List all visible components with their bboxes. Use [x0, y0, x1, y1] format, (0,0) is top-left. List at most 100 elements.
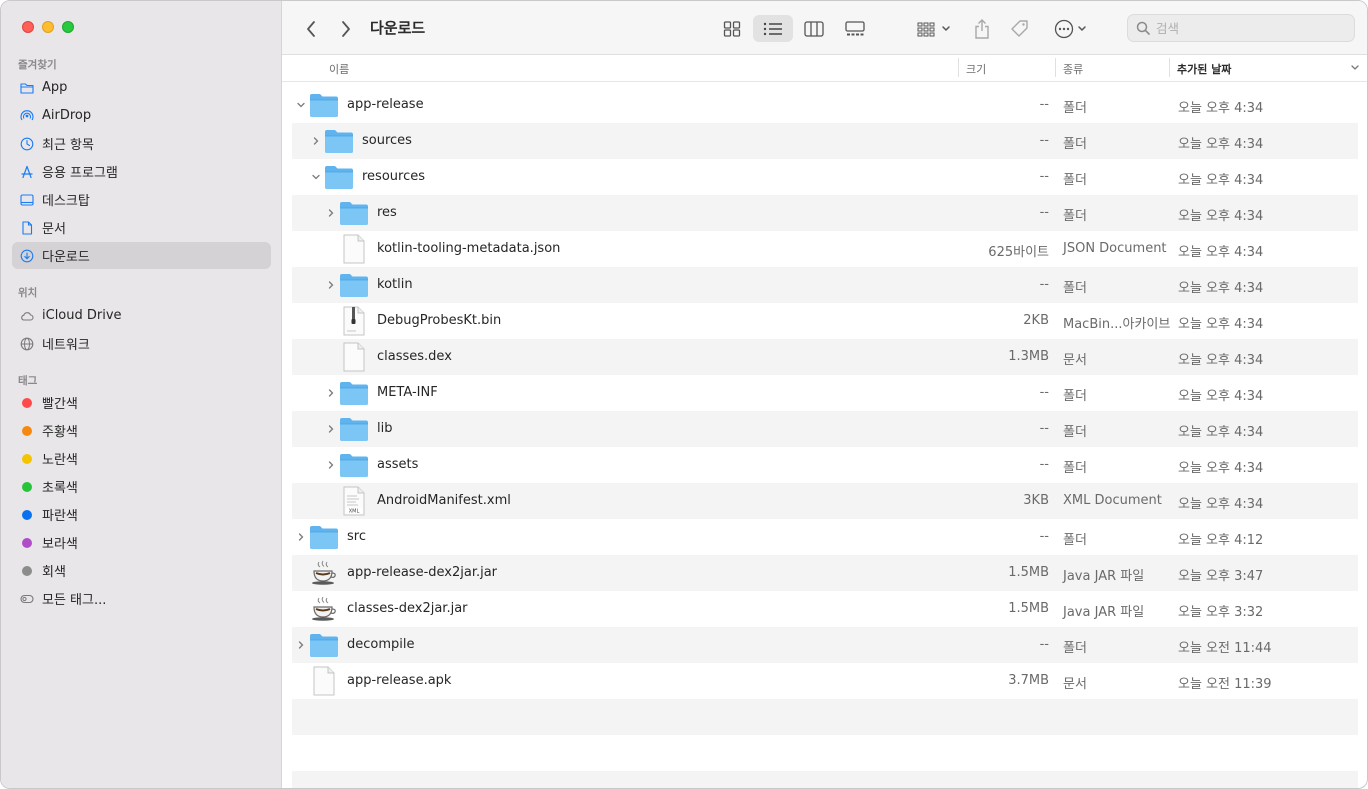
tags-header: 태그 [18, 375, 38, 387]
jar-file-icon [309, 595, 339, 623]
column-divider[interactable] [1169, 58, 1170, 77]
folder-icon [309, 523, 339, 551]
sidebar-item-tag-3[interactable]: 초록색 [12, 473, 271, 500]
sidebar-item-label: AirDrop [42, 108, 92, 123]
column-view-button[interactable] [797, 15, 831, 42]
sidebar-item-favorite-1[interactable]: AirDrop [12, 102, 271, 129]
chevron-down-icon [1077, 25, 1086, 31]
sort-chevron-down-icon[interactable] [1350, 64, 1360, 72]
column-header-name[interactable]: 이름 [329, 61, 349, 77]
disclosure-chevron-down-icon[interactable] [310, 171, 322, 183]
disclosure-chevron-right-icon[interactable] [325, 387, 337, 399]
sidebar-item-tag-4[interactable]: 파란색 [12, 501, 271, 528]
sidebar-item-all-tags[interactable]: 모든 태그... [12, 585, 271, 612]
sidebar-item-tag-5[interactable]: 보라색 [12, 529, 271, 556]
file-size: -- [1039, 169, 1049, 184]
sidebar-item-favorite-0[interactable]: App [12, 74, 271, 101]
file-row[interactable]: sources -- 폴더 오늘 오후 4:34 [292, 123, 1358, 159]
toolbar: 다운로드 [282, 1, 1367, 55]
folder-icon [324, 127, 354, 155]
sidebar-item-favorite-2[interactable]: 최근 항목 [12, 130, 271, 157]
file-row[interactable]: resources -- 폴더 오늘 오후 4:34 [292, 159, 1358, 195]
share-button[interactable] [970, 15, 994, 42]
column-header-kind[interactable]: 종류 [1063, 61, 1083, 77]
column-header-size[interactable]: 크기 [966, 61, 986, 77]
list-view-button[interactable] [753, 15, 793, 42]
disclosure-chevron-right-icon[interactable] [325, 207, 337, 219]
file-kind: 폴더 [1063, 461, 1087, 476]
file-row[interactable]: app-release -- 폴더 오늘 오후 4:34 [292, 87, 1358, 123]
disclosure-chevron-right-icon[interactable] [310, 135, 322, 147]
group-button[interactable] [912, 15, 956, 42]
sidebar-item-label: 초록색 [42, 481, 78, 496]
sidebar-item-label: 회색 [42, 565, 66, 580]
sidebar-item-favorite-5[interactable]: 문서 [12, 214, 271, 241]
file-row[interactable]: assets -- 폴더 오늘 오후 4:34 [292, 447, 1358, 483]
sidebar-item-favorite-4[interactable]: 데스크탑 [12, 186, 271, 213]
file-row[interactable]: decompile -- 폴더 오늘 오전 11:44 [292, 627, 1358, 663]
file-date-added: 오늘 오후 4:34 [1178, 281, 1264, 296]
disclosure-chevron-right-icon[interactable] [325, 279, 337, 291]
file-date-added: 오늘 오후 4:34 [1178, 389, 1264, 404]
disclosure-chevron-right-icon[interactable] [325, 459, 337, 471]
disclosure-chevron-right-icon[interactable] [325, 423, 337, 435]
file-date-added: 오늘 오전 11:44 [1178, 641, 1272, 656]
file-row[interactable]: classes.dex 1.3MB 문서 오늘 오후 4:34 [292, 339, 1358, 375]
tag-button[interactable] [1008, 15, 1032, 42]
locations-header: 위치 [18, 287, 38, 299]
file-name: sources [362, 133, 412, 148]
tag-color-dot-icon [22, 453, 32, 464]
close-window-button[interactable] [22, 21, 34, 33]
sidebar-item-tag-1[interactable]: 주황색 [12, 417, 271, 444]
search-field[interactable] [1127, 14, 1355, 42]
zoom-window-button[interactable] [62, 21, 74, 33]
search-icon [1136, 21, 1150, 35]
disclosure-chevron-right-icon[interactable] [295, 531, 307, 543]
sidebar-item-label: 보라색 [42, 537, 78, 552]
more-actions-button[interactable] [1050, 15, 1090, 42]
back-button[interactable] [300, 15, 322, 42]
sidebar-item-tag-6[interactable]: 회색 [12, 557, 271, 584]
file-row[interactable]: res -- 폴더 오늘 오후 4:34 [292, 195, 1358, 231]
xml-file-icon: XML [339, 486, 369, 516]
file-kind: 문서 [1063, 677, 1087, 692]
sidebar-item-location-1[interactable]: 네트워크 [12, 330, 271, 357]
file-row[interactable]: lib -- 폴더 오늘 오후 4:34 [292, 411, 1358, 447]
file-size: -- [1039, 457, 1049, 472]
file-row[interactable]: app-release.apk 3.7MB 문서 오늘 오전 11:39 [292, 663, 1358, 699]
disclosure-chevron-right-icon[interactable] [295, 639, 307, 651]
column-divider[interactable] [1055, 58, 1056, 77]
file-row[interactable]: classes-dex2jar.jar 1.5MB Java JAR 파일 오늘 오후… [292, 591, 1358, 627]
file-row[interactable]: kotlin-tooling-metadata.json 625바이트 JSON D… [292, 231, 1358, 267]
file-date-added: 오늘 오후 3:47 [1178, 569, 1264, 584]
tag-color-dot-icon [22, 509, 32, 520]
sidebar-item-favorite-3[interactable]: 응용 프로그램 [12, 158, 271, 185]
grid-icon [723, 20, 741, 37]
file-row[interactable]: src -- 폴더 오늘 오후 4:12 [292, 519, 1358, 555]
file-date-added: 오늘 오후 4:34 [1178, 425, 1264, 440]
sidebar-item-tag-0[interactable]: 빨간색 [12, 389, 271, 416]
search-input[interactable] [1156, 20, 1346, 36]
file-row[interactable]: META-INF -- 폴더 오늘 오후 4:34 [292, 375, 1358, 411]
gallery-view-button[interactable] [838, 15, 872, 42]
file-name: AndroidManifest.xml [377, 493, 511, 508]
file-name: kotlin [377, 277, 413, 292]
forward-button[interactable] [335, 15, 357, 42]
sidebar-item-location-0[interactable]: iCloud Drive [12, 302, 271, 329]
column-divider[interactable] [958, 58, 959, 77]
finder-window: 즐겨찾기 App AirDrop 최근 항목 응용 프로그램 데스크탑 문서 다운로드 위치… [0, 0, 1368, 789]
disclosure-chevron-down-icon[interactable] [295, 99, 307, 111]
minimize-window-button[interactable] [42, 21, 54, 33]
file-row[interactable]: XML AndroidManifest.xml 3KB XML Document 오늘 … [292, 483, 1358, 519]
column-header-date-added[interactable]: 추가된 날짜 [1177, 61, 1231, 77]
file-row[interactable]: kotlin -- 폴더 오늘 오후 4:34 [292, 267, 1358, 303]
file-name: src [347, 529, 366, 544]
file-row[interactable]: app-release-dex2jar.jar 1.5MB Java JAR 파일 오… [292, 555, 1358, 591]
sidebar-item-tag-2[interactable]: 노란색 [12, 445, 271, 472]
document-icon [20, 220, 34, 235]
file-row[interactable]: DebugProbesKt.bin 2KB MacBin...아카이브 오늘 오후 4… [292, 303, 1358, 339]
icon-view-button[interactable] [715, 15, 749, 42]
sidebar-item-favorite-6[interactable]: 다운로드 [12, 242, 271, 269]
file-name: app-release [347, 97, 424, 112]
file-size: 3KB [1023, 493, 1049, 508]
